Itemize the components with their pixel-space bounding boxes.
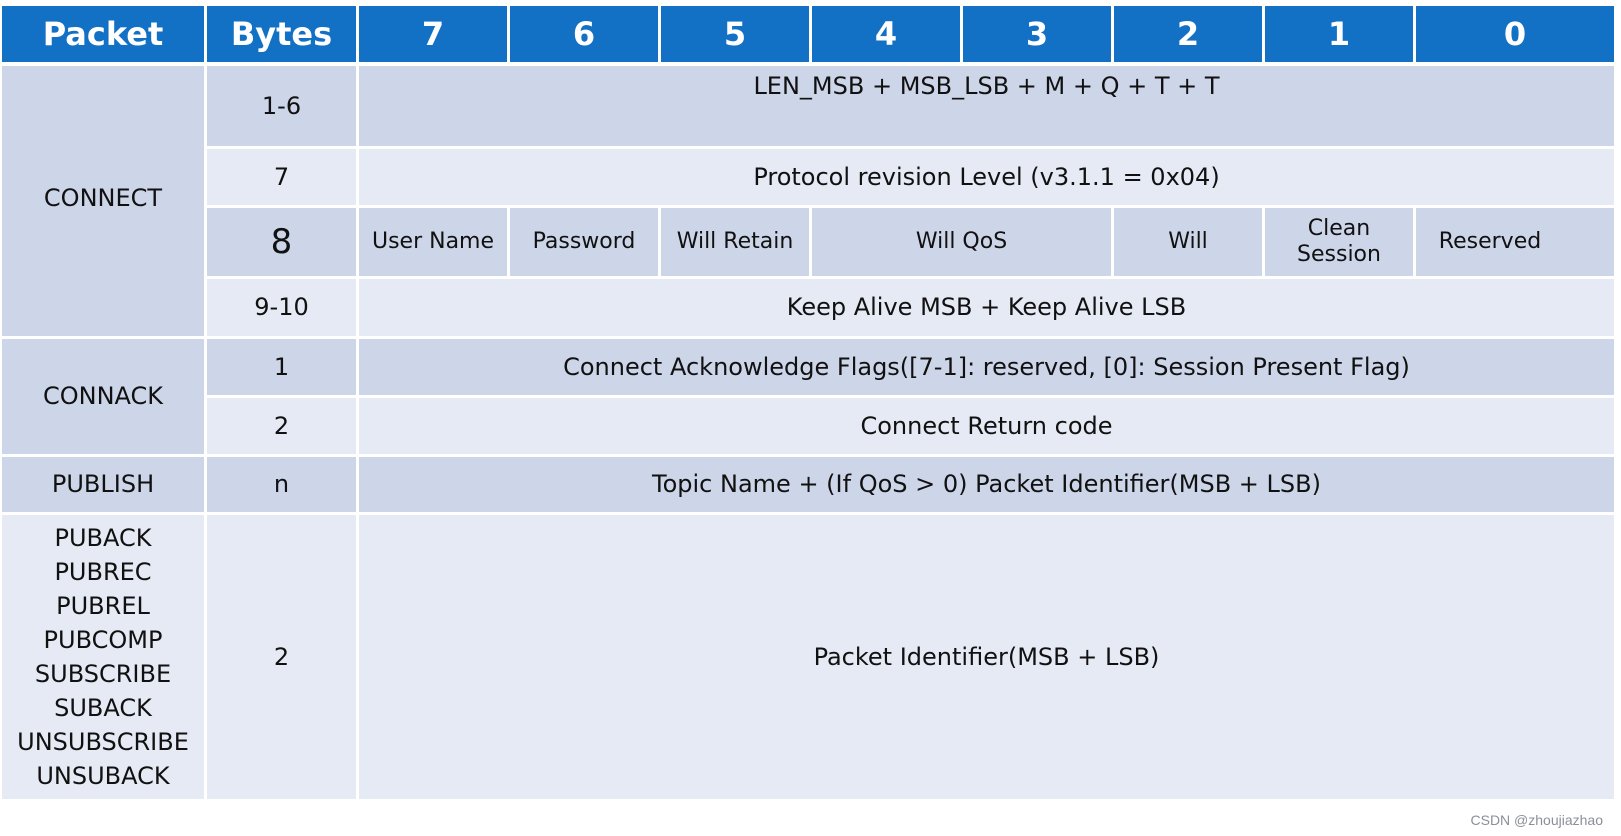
flag-will: Will bbox=[1114, 208, 1262, 276]
header-bit-1: 1 bbox=[1265, 6, 1413, 62]
packet-name: UNSUBSCRIBE bbox=[17, 728, 189, 756]
packet-publish: PUBLISH bbox=[2, 457, 204, 512]
packet-name: PUBACK bbox=[54, 524, 152, 552]
header-bit-6: 6 bbox=[510, 6, 658, 62]
packet-identifier: Packet Identifier(MSB + LSB) bbox=[359, 515, 1614, 799]
connect-return-code: Connect Return code bbox=[359, 398, 1614, 454]
packet-connack: CONNACK bbox=[2, 339, 204, 454]
flag-will-qos: Will QoS bbox=[812, 208, 1111, 276]
others-bytes: 2 bbox=[207, 515, 356, 799]
flag-reserved: Reserved bbox=[1416, 208, 1614, 276]
publish-content: Topic Name + (If QoS > 0) Packet Identif… bbox=[359, 457, 1614, 512]
connect-fixed-content: LEN_MSB + MSB_LSB + M + Q + T + T bbox=[359, 66, 1614, 146]
packet-name: PUBREL bbox=[56, 592, 150, 620]
flag-will-retain: Will Retain bbox=[661, 208, 809, 276]
mqtt-packet-table: Packet Bytes 7 6 5 4 3 2 1 0 CONNECT 1-6… bbox=[2, 6, 1614, 829]
packet-name: SUBACK bbox=[54, 694, 152, 722]
header-packet: Packet bbox=[2, 6, 204, 62]
header-bit-2: 2 bbox=[1114, 6, 1262, 62]
flag-user-name: User Name bbox=[359, 208, 507, 276]
packet-name: PUBCOMP bbox=[43, 626, 163, 654]
connect-bytes-8: 8 bbox=[207, 208, 356, 276]
header-bit-4: 4 bbox=[812, 6, 960, 62]
header-bit-5: 5 bbox=[661, 6, 809, 62]
connack-bytes-1: 1 bbox=[207, 339, 356, 395]
packet-name: UNSUBACK bbox=[36, 762, 170, 790]
packet-list-others: PUBACK PUBREC PUBREL PUBCOMP SUBSCRIBE S… bbox=[2, 515, 204, 799]
packet-name: PUBREC bbox=[54, 558, 152, 586]
connect-bytes-7: 7 bbox=[207, 149, 356, 205]
packet-name: SUBSCRIBE bbox=[34, 660, 172, 688]
publish-bytes: n bbox=[207, 457, 356, 512]
flag-clean-session: Clean Session bbox=[1265, 208, 1413, 276]
protocol-level: Protocol revision Level (v3.1.1 = 0x04) bbox=[359, 149, 1614, 205]
watermark: CSDN @zhoujiazhao bbox=[1470, 812, 1604, 828]
flag-password: Password bbox=[510, 208, 658, 276]
connack-flags: Connect Acknowledge Flags([7-1]: reserve… bbox=[359, 339, 1614, 395]
connect-bytes-1-6: 1-6 bbox=[207, 66, 356, 146]
connect-bytes-9-10: 9-10 bbox=[207, 279, 356, 336]
header-bytes: Bytes bbox=[207, 6, 356, 62]
header-bit-7: 7 bbox=[359, 6, 507, 62]
packet-connect: CONNECT bbox=[2, 66, 204, 336]
header-bit-3: 3 bbox=[963, 6, 1111, 62]
keep-alive: Keep Alive MSB + Keep Alive LSB bbox=[359, 279, 1614, 336]
connack-bytes-2: 2 bbox=[207, 398, 356, 454]
header-bit-0: 0 bbox=[1416, 6, 1614, 62]
